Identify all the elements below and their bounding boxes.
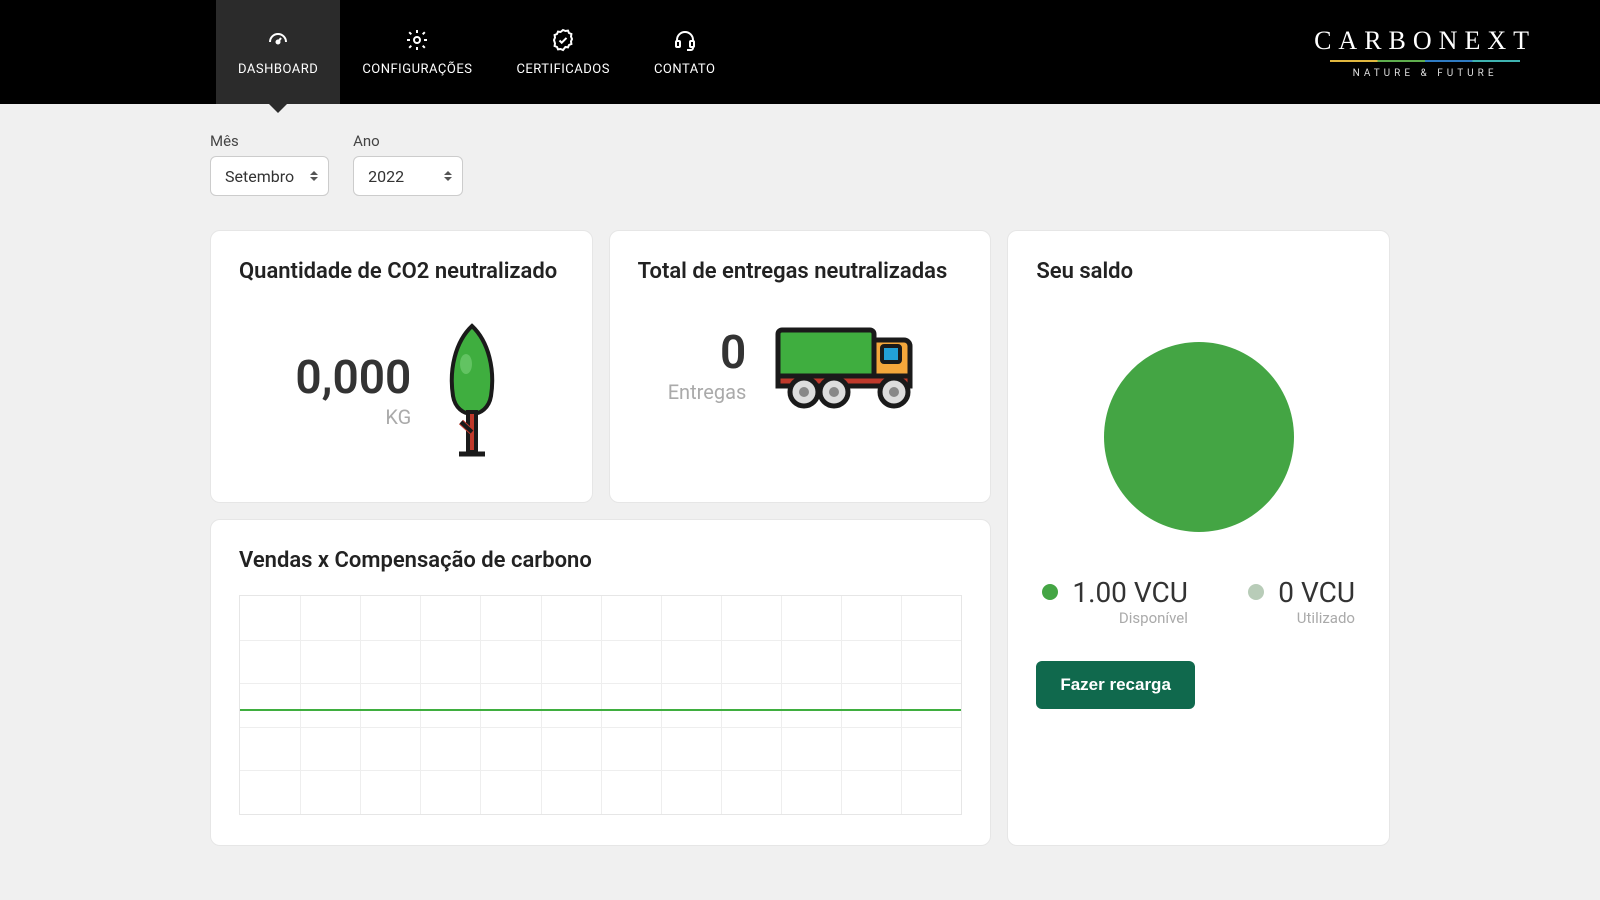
filters: Mês Setembro Ano 2022 [210, 132, 1390, 196]
filter-year: Ano 2022 [353, 132, 463, 196]
dot-icon [1248, 584, 1264, 600]
used-label: Utilizado [1278, 609, 1355, 627]
co2-unit: KG [295, 405, 411, 429]
month-select[interactable]: Setembro [210, 156, 329, 196]
month-select-value: Setembro [225, 167, 294, 186]
nav-label: CONFIGURAÇÕES [362, 62, 472, 77]
saldo-pie-chart [1104, 342, 1294, 532]
chart-area [239, 595, 962, 815]
brand: CARBONEXT NATURE & FUTURE [1314, 0, 1536, 104]
nav-item-dashboard[interactable]: DASHBOARD [216, 0, 340, 104]
page: Mês Setembro Ano 2022 Quantidade de CO2 … [210, 104, 1390, 886]
filter-month-label: Mês [210, 132, 329, 150]
available-value: 1.00 VCU [1072, 576, 1188, 609]
card-saldo-title: Seu saldo [1036, 259, 1361, 284]
card-chart-title: Vendas x Compensação de carbono [239, 548, 962, 573]
brand-underline [1330, 60, 1520, 62]
saldo-legend: 1.00 VCU Disponível 0 VCU Utilizado [1036, 576, 1361, 627]
nav: DASHBOARD CONFIGURAÇÕES CERTIFICADOS CON… [216, 0, 737, 104]
legend-available: 1.00 VCU Disponível [1042, 576, 1188, 627]
entregas-unit: Entregas [668, 380, 747, 404]
topbar: DASHBOARD CONFIGURAÇÕES CERTIFICADOS CON… [0, 0, 1600, 104]
filter-month: Mês Setembro [210, 132, 329, 196]
nav-item-contato[interactable]: CONTATO [632, 0, 737, 104]
recharge-button[interactable]: Fazer recarga [1036, 661, 1195, 709]
truck-icon [772, 320, 932, 414]
nav-item-configuracoes[interactable]: CONFIGURAÇÕES [340, 0, 494, 104]
check-badge-icon [551, 28, 575, 52]
entregas-value: 0 [668, 330, 747, 376]
dot-icon [1042, 584, 1058, 600]
gear-icon [405, 28, 429, 52]
nav-label: CERTIFICADOS [516, 62, 610, 77]
card-co2: Quantidade de CO2 neutralizado 0,000 KG [210, 230, 593, 503]
brand-name: CARBONEXT [1314, 26, 1536, 56]
legend-used: 0 VCU Utilizado [1248, 576, 1355, 627]
chevron-updown-icon [310, 171, 318, 181]
card-saldo: Seu saldo 1.00 VCU Disponível 0 VCU Util… [1007, 230, 1390, 846]
year-select[interactable]: 2022 [353, 156, 463, 196]
tree-icon [437, 320, 507, 464]
card-entregas: Total de entregas neutralizadas 0 Entreg… [609, 230, 992, 503]
available-label: Disponível [1072, 609, 1188, 627]
used-value: 0 VCU [1278, 576, 1355, 609]
filter-year-label: Ano [353, 132, 463, 150]
gauge-icon [266, 28, 290, 52]
co2-value: 0,000 [295, 355, 411, 401]
nav-label: CONTATO [654, 62, 715, 77]
card-entregas-title: Total de entregas neutralizadas [638, 259, 963, 284]
nav-label: DASHBOARD [238, 62, 318, 77]
chevron-updown-icon [444, 171, 452, 181]
headset-icon [673, 28, 697, 52]
year-select-value: 2022 [368, 167, 404, 186]
nav-item-certificados[interactable]: CERTIFICADOS [494, 0, 632, 104]
brand-tagline: NATURE & FUTURE [1353, 68, 1498, 79]
card-grid: Quantidade de CO2 neutralizado 0,000 KG [210, 230, 1390, 846]
card-chart: Vendas x Compensação de carbono [210, 519, 991, 846]
card-co2-title: Quantidade de CO2 neutralizado [239, 259, 564, 284]
